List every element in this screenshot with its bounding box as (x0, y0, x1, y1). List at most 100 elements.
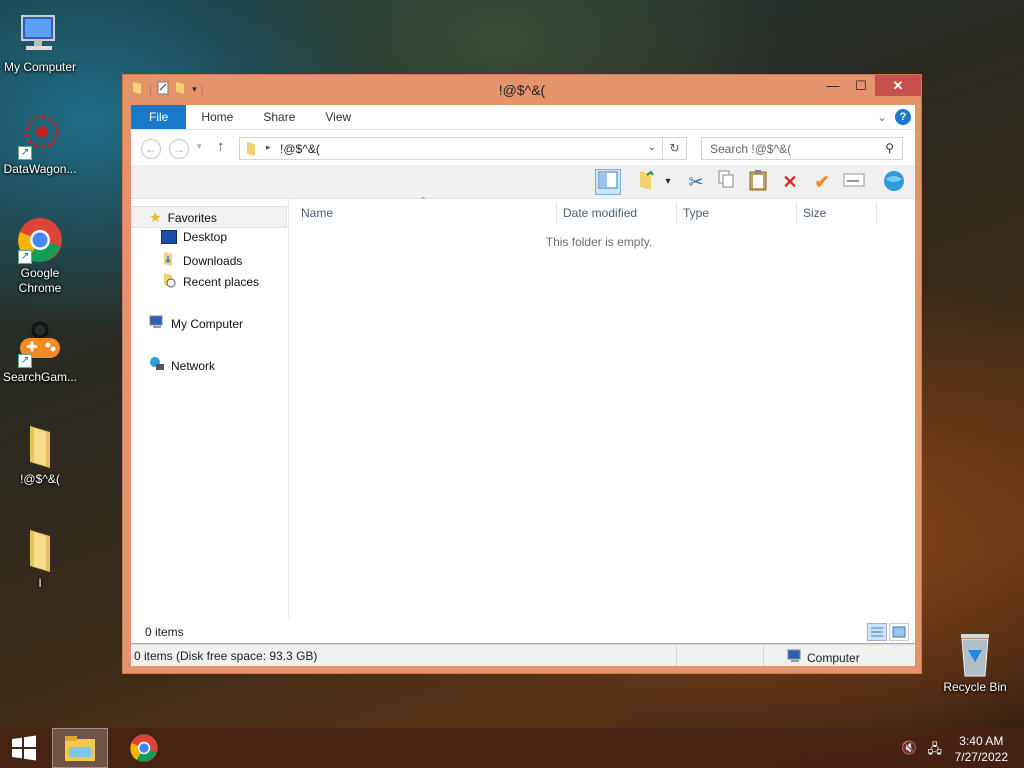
cut-icon[interactable]: ✂ (683, 169, 709, 195)
desktop-icon-datawagon[interactable]: ↗ DataWagon... (0, 112, 80, 177)
column-header-size[interactable]: Size (797, 202, 877, 224)
gamepad-icon: ↗ (16, 320, 64, 368)
title-bar[interactable]: | ▾ | !@$^&( — ☐ ✕ (123, 75, 921, 105)
properties-dropdown-icon[interactable]: ▾ (661, 169, 675, 195)
network-tray-icon[interactable]: 🖧 (928, 740, 943, 762)
windows-logo-icon (12, 735, 36, 761)
rename-checkmark-icon[interactable]: ✔ (809, 169, 835, 195)
help-icon[interactable]: ? (895, 109, 911, 125)
paste-icon[interactable] (745, 169, 771, 195)
column-header-type[interactable]: Type (677, 202, 797, 224)
maximize-button[interactable]: ☐ (847, 75, 875, 96)
close-button[interactable]: ✕ (875, 75, 921, 96)
tab-file[interactable]: File (131, 105, 187, 129)
ribbon-tabs: File Home Share View ⌄ ? (131, 105, 915, 129)
tab-home[interactable]: Home (186, 105, 248, 129)
address-dropdown-icon[interactable]: ⌄ (648, 142, 656, 153)
taskbar-file-explorer[interactable] (52, 728, 108, 768)
command-toolbar: ▾ ✂ ✕ ✔ (131, 165, 915, 199)
recent-places-icon (161, 272, 177, 291)
desktop-icon-folder-special[interactable]: !@$^&( (0, 422, 80, 487)
volume-muted-icon[interactable]: 🔇 (901, 740, 917, 762)
datawagon-icon: ↗ (16, 112, 64, 160)
large-icons-view-button[interactable] (889, 623, 909, 641)
status-bar: 0 items (Disk free space: 93.3 GB) Compu… (131, 644, 915, 666)
computer-icon (787, 649, 803, 666)
refresh-button[interactable]: ↻ (663, 137, 687, 160)
search-placeholder: Search !@$^&( (710, 142, 792, 156)
desktop-icon-searchgames[interactable]: ↗ SearchGam... (0, 320, 80, 385)
tab-share[interactable]: Share (248, 105, 310, 129)
desktop-icon-label: Recycle Bin (943, 680, 1007, 694)
sidebar-item-label: Desktop (183, 230, 228, 244)
sidebar-item-label: Favorites (167, 210, 217, 225)
preview-pane-button[interactable] (595, 169, 621, 195)
sidebar-item-desktop[interactable]: Desktop (161, 230, 227, 244)
breadcrumb-chevron-icon[interactable]: ▸ (266, 142, 271, 153)
desktop-icon-label: DataWagon... (3, 162, 77, 176)
desktop-icon-folder-i[interactable]: I (0, 526, 80, 591)
tab-view[interactable]: View (310, 105, 366, 129)
item-count: 0 items (145, 625, 184, 639)
recent-locations-icon[interactable]: ▾ (197, 141, 202, 152)
search-input[interactable]: Search !@$^&( ⚲ (701, 137, 903, 160)
address-bar[interactable]: ▸ !@$^&( ⌄ (239, 137, 663, 160)
chrome-icon (130, 734, 158, 762)
delete-icon[interactable]: ✕ (777, 169, 803, 195)
desktop-icon-google-chrome[interactable]: ↗ Google Chrome (0, 216, 80, 296)
status-left: 0 items (Disk free space: 93.3 GB) (134, 649, 318, 663)
sidebar-item-favorites[interactable]: ★ Favorites (149, 209, 217, 226)
clock-time: 3:40 AM (959, 734, 1004, 748)
item-count-bar: 0 items (131, 619, 915, 643)
folder-icon (16, 422, 64, 470)
select-icon[interactable] (841, 169, 867, 195)
desktop-icon (161, 230, 177, 244)
taskbar-chrome[interactable] (116, 728, 172, 768)
navigation-pane: ★ Favorites Desktop Downloads Recent pla… (131, 199, 289, 619)
sidebar-item-downloads[interactable]: Downloads (161, 251, 242, 270)
back-button[interactable]: ← (141, 139, 161, 159)
sidebar-item-recent-places[interactable]: Recent places (161, 272, 259, 291)
details-view-button[interactable] (867, 623, 887, 641)
recycle-bin-icon (951, 630, 999, 678)
taskbar: 🔇 🖧 3:40 AM 7/27/2022 (0, 728, 1024, 768)
chrome-icon: ↗ (16, 216, 64, 264)
sidebar-item-label: Network (171, 358, 216, 373)
minimize-button[interactable]: — (819, 75, 847, 96)
network-icon (149, 356, 165, 375)
column-header-name[interactable]: Name (295, 202, 557, 224)
forward-button[interactable]: → (169, 139, 189, 159)
desktop-icon-label: Google Chrome (18, 266, 62, 295)
status-right: Computer (807, 650, 860, 665)
sidebar-item-label: Downloads (183, 253, 243, 268)
desktop-icon-recycle-bin[interactable]: Recycle Bin (935, 630, 1015, 695)
sidebar-item-my-computer[interactable]: My Computer (149, 314, 243, 333)
expand-ribbon-icon[interactable]: ⌄ (877, 110, 887, 124)
star-icon: ★ (149, 209, 162, 225)
shortcut-arrow-icon: ↗ (18, 354, 32, 368)
folder-icon (16, 526, 64, 574)
shortcut-arrow-icon: ↗ (18, 250, 32, 264)
copy-icon[interactable] (713, 169, 739, 195)
sidebar-item-label: My Computer (171, 316, 244, 331)
address-path: !@$^&( (280, 142, 320, 156)
start-button[interactable] (0, 728, 48, 768)
downloads-folder-icon (161, 251, 177, 270)
clock-date: 7/27/2022 (954, 750, 1008, 764)
up-button[interactable]: ↑ (217, 138, 225, 155)
column-header-date-modified[interactable]: Date modified (557, 202, 677, 224)
sidebar-item-network[interactable]: Network (149, 356, 215, 375)
desktop-icon-label: My Computer (3, 60, 77, 74)
sidebar-item-label: Recent places (183, 274, 260, 289)
shortcut-arrow-icon: ↗ (18, 146, 32, 160)
globe-icon[interactable] (881, 169, 907, 195)
computer-icon (149, 314, 165, 333)
window-title: !@$^&( (498, 82, 546, 98)
folder-icon (244, 141, 260, 160)
properties-button[interactable] (635, 169, 661, 195)
clock[interactable]: 3:40 AM 7/27/2022 (955, 733, 1008, 765)
desktop-icon-my-computer[interactable]: My Computer (0, 10, 80, 75)
file-list[interactable]: ⌃ Name Date modified Type Size This fold… (289, 196, 915, 619)
desktop-icon-label: !@$^&( (20, 472, 60, 486)
explorer-window[interactable]: | ▾ | !@$^&( — ☐ ✕ File Home Share View … (122, 74, 922, 674)
